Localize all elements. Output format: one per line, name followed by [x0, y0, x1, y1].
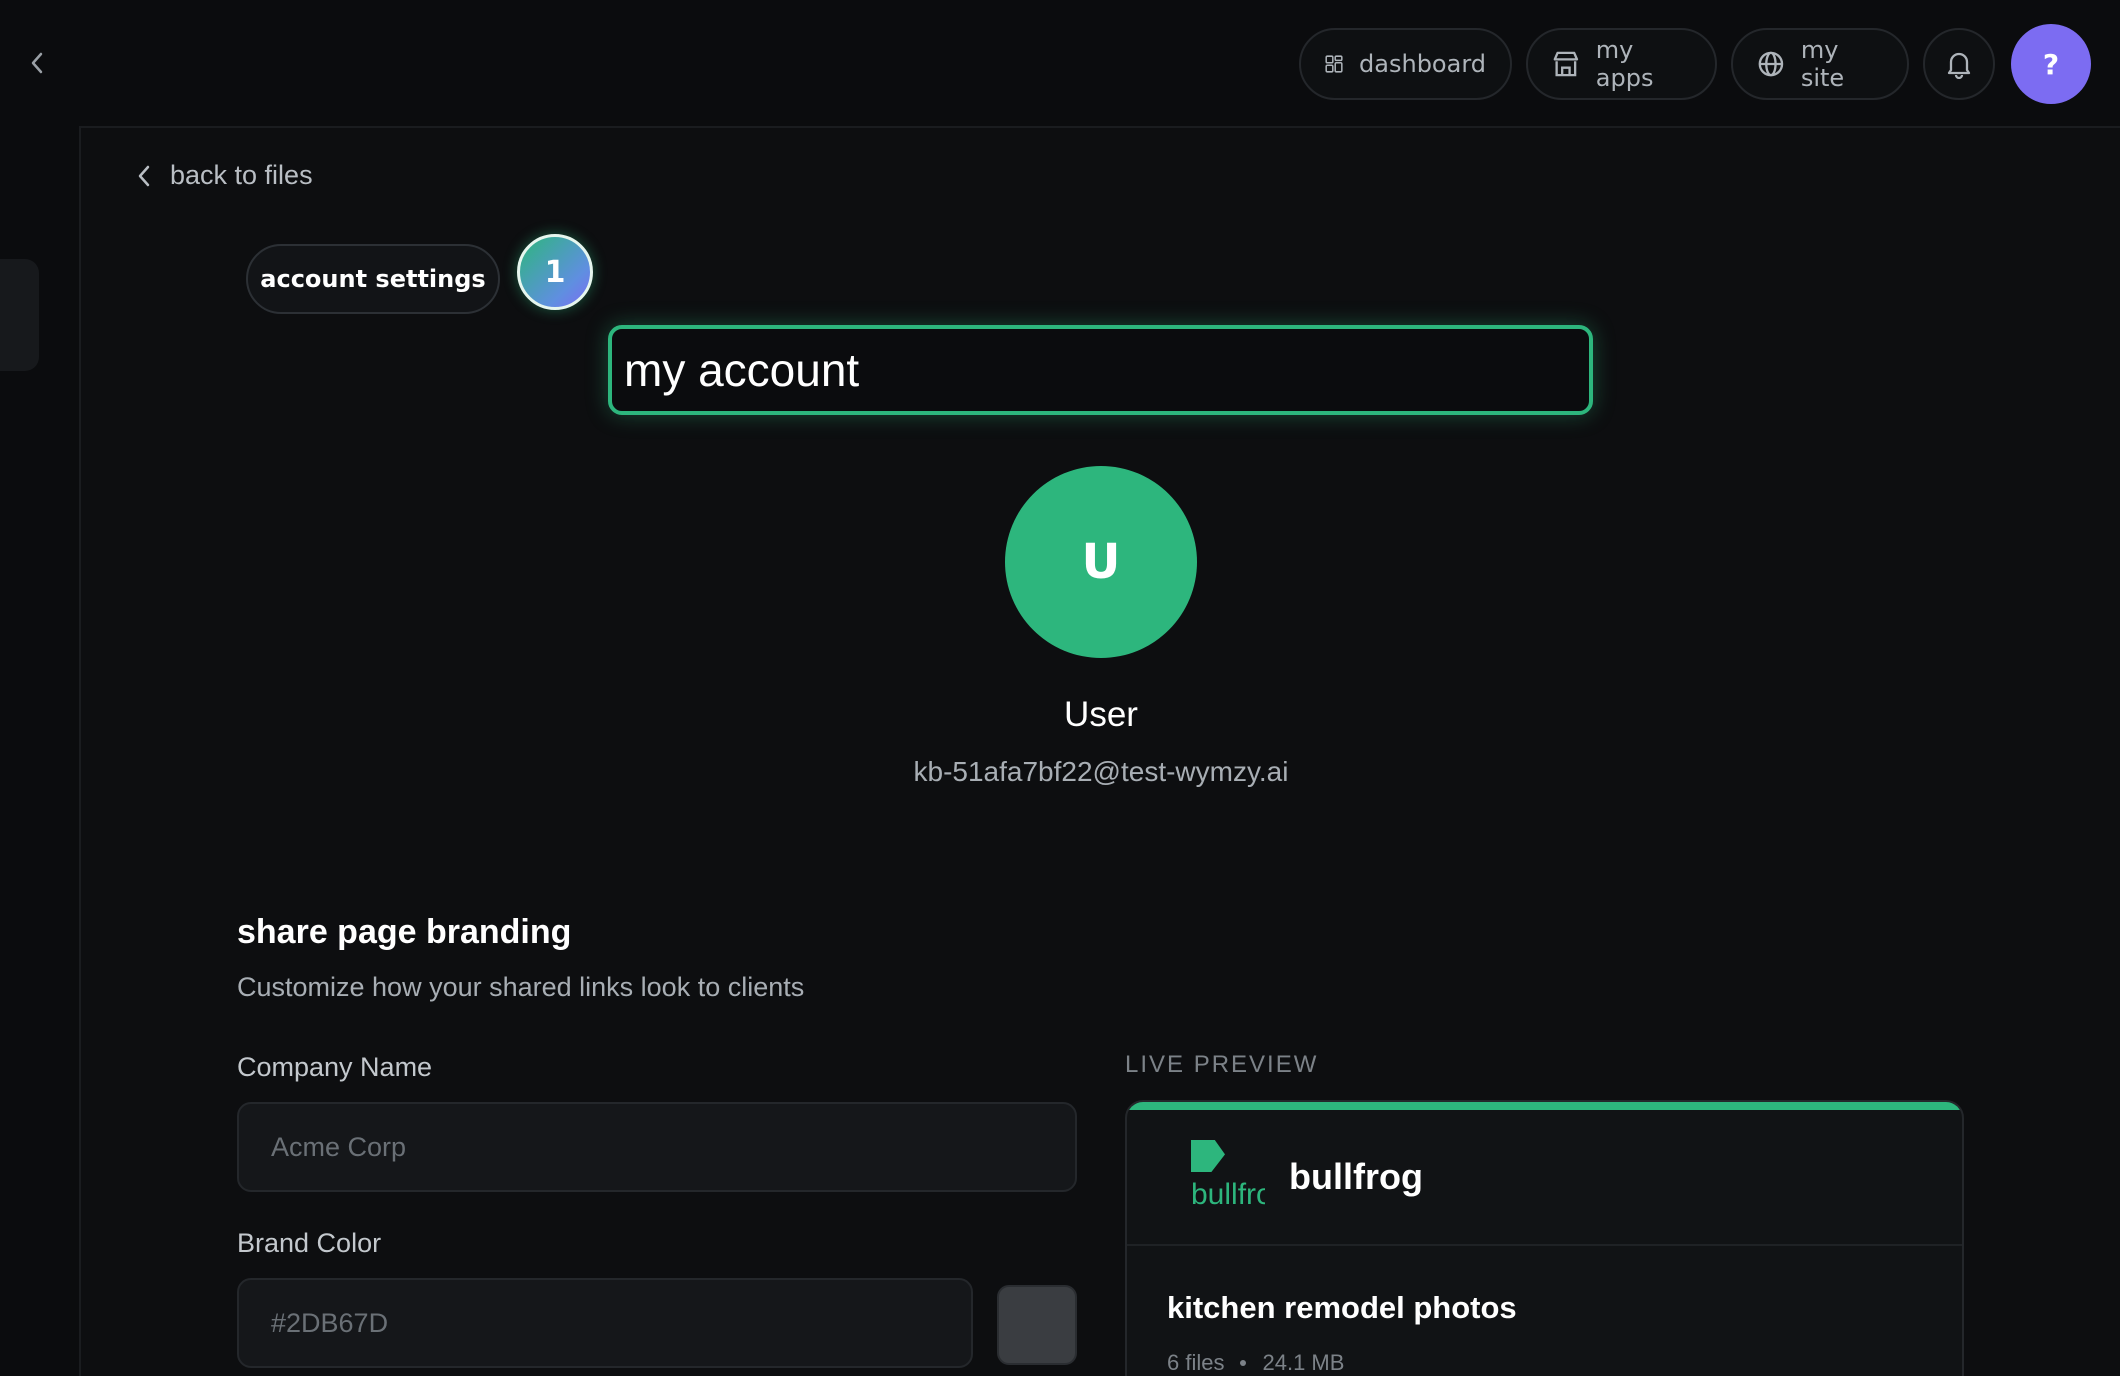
back-to-files-label: back to files [170, 160, 313, 190]
logo-text: bullfrog [1191, 1178, 1265, 1211]
step-badge: 1 [517, 234, 593, 310]
company-name-placeholder: Acme Corp [271, 1131, 407, 1162]
notifications-button[interactable] [1923, 28, 1995, 100]
chevron-left-icon [138, 165, 150, 186]
preview-brand-name: bullfrog [1289, 1156, 1423, 1197]
nav-dashboard-button[interactable]: dashboard [1299, 28, 1512, 100]
collapse-sidebar-button[interactable] [22, 48, 52, 78]
user-name: User [1064, 695, 1138, 734]
globe-icon [1758, 51, 1784, 77]
chevron-left-icon [31, 52, 43, 74]
nav-my-apps-button[interactable]: my apps [1526, 28, 1717, 100]
back-to-files-link[interactable]: back to files [136, 160, 313, 191]
tab-account-settings[interactable]: account settings [246, 244, 500, 314]
help-button[interactable]: ? [2011, 24, 2091, 104]
branding-section-subtitle: Customize how your shared links look to … [237, 972, 805, 1002]
top-nav: dashboard my apps my site ? [1299, 24, 2091, 104]
preview-accent-bar [1127, 1102, 1962, 1110]
nav-my-site-label: my site [1800, 36, 1845, 92]
brand-color-field[interactable]: #2DB67D [237, 1278, 973, 1368]
preview-file-title: kitchen remodel photos [1167, 1290, 1517, 1325]
nav-my-apps-label: my apps [1595, 36, 1654, 92]
page-title-value: my account [624, 344, 860, 396]
sidebar-handle[interactable] [0, 259, 39, 371]
company-name-field[interactable]: Acme Corp [237, 1102, 1077, 1192]
nav-my-site-button[interactable]: my site [1731, 28, 1909, 100]
step-number: 1 [544, 254, 566, 290]
nav-dashboard-label: dashboard [1359, 50, 1486, 78]
user-email: kb-51afa7bf22@test-wymzy.ai [913, 756, 1289, 787]
page-title-input[interactable]: my account [608, 325, 1593, 415]
help-label: ? [2042, 47, 2060, 81]
preview-file-meta: 6 files 24.1 MB [1167, 1350, 1344, 1376]
preview-header: bullfrog bullfrog [1127, 1110, 1962, 1246]
bell-icon [1947, 52, 1971, 79]
preview-file-count: 6 files [1167, 1350, 1225, 1375]
logo-mark-icon [1191, 1140, 1225, 1172]
company-name-label: Company Name [237, 1052, 433, 1082]
live-preview-label: LIVE PREVIEW [1125, 1051, 1319, 1078]
brand-color-swatch[interactable] [997, 1285, 1077, 1365]
store-icon [1553, 51, 1579, 77]
grid-icon [1325, 55, 1343, 73]
live-preview-card: bullfrog bullfrog kitchen remodel photos… [1125, 1100, 1964, 1376]
avatar[interactable]: U [1005, 466, 1197, 658]
brand-color-label: Brand Color [237, 1228, 382, 1258]
avatar-initial: U [1081, 534, 1121, 590]
brand-logo: bullfrog [1191, 1140, 1265, 1214]
branding-section-title: share page branding [237, 913, 572, 951]
brand-color-placeholder: #2DB67D [271, 1307, 389, 1338]
tab-account-settings-label: account settings [260, 265, 486, 293]
preview-file-size: 24.1 MB [1262, 1350, 1345, 1375]
separator-dot [1240, 1360, 1247, 1366]
